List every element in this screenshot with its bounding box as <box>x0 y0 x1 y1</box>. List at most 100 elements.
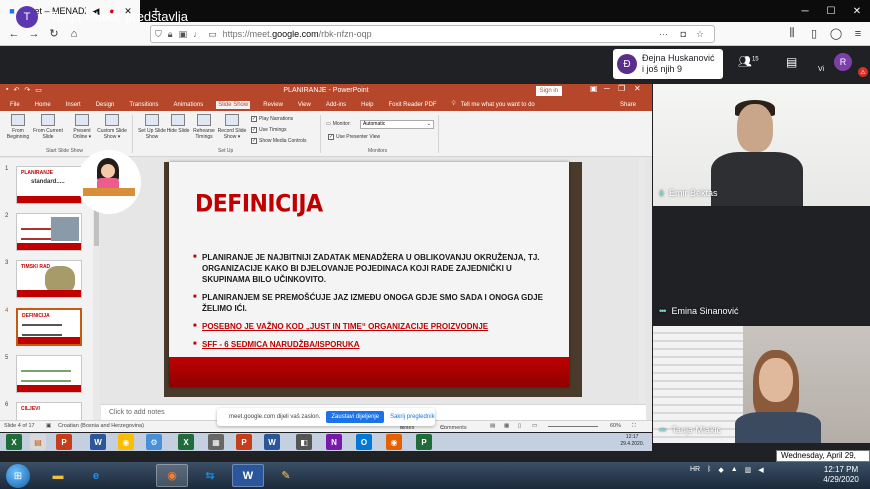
tell-me-lightbulb-icon[interactable]: 💡︎ <box>450 100 458 109</box>
slide-editing-canvas[interactable]: DEFINICIJA PLANIRANJE JE NAJBITNIJI ZADA… <box>101 158 646 420</box>
present-online-button[interactable]: Present Online ▾ <box>66 114 98 140</box>
save-icon[interactable]: ▪ <box>6 86 8 94</box>
slide-sorter-icon[interactable]: ▦ <box>504 423 509 429</box>
share-button[interactable]: Share <box>618 101 638 109</box>
remote-app-icon[interactable]: ⚙ <box>146 434 162 450</box>
people-icon[interactable]: 👥︎15 <box>738 55 759 68</box>
tell-me-search[interactable]: Tell me what you want to do <box>459 101 537 109</box>
hide-browser-button[interactable]: Sakrij pregledník <box>390 414 435 420</box>
firefox-icon[interactable]: ◉ <box>156 464 188 487</box>
use-presenter-view-checkbox[interactable]: ✓ Use Presenter View <box>328 134 380 140</box>
start-button[interactable]: ⊞ <box>6 464 30 488</box>
participant-tile[interactable]: ılı Emir Bektas <box>653 84 870 206</box>
from-current-slide-button[interactable]: From Current Slide <box>32 114 64 140</box>
menu-view[interactable]: View <box>296 101 313 109</box>
custom-slide-show-button[interactable]: Custom Slide Show ▾ <box>96 114 128 140</box>
redo-icon[interactable]: ↷ <box>24 86 30 94</box>
remote-chrome-icon[interactable]: ◉ <box>118 434 134 450</box>
self-tile-label[interactable]: Đ Đejna Huskanović i još njih 9 <box>613 49 723 79</box>
menu-design[interactable]: Design <box>94 101 117 109</box>
slide-thumbnail[interactable] <box>16 355 82 393</box>
sidebar-icon[interactable]: ▯ <box>804 24 824 44</box>
pocket-icon[interactable]: ◘ <box>681 29 686 39</box>
url-bar[interactable]: ⛉ 🔒︎ ▣ ♩ ▭ https://meet. google.com/rbk-n… <box>150 25 715 43</box>
ppt-sign-in-button[interactable]: Sign in <box>535 86 562 96</box>
reading-view-icon[interactable]: ▯ <box>518 423 521 429</box>
menu-icon[interactable]: ≡ <box>848 24 868 44</box>
ppt-minimize-icon[interactable]: ─ <box>604 84 610 93</box>
menu-file[interactable]: File <box>8 101 22 109</box>
remote-calculator-icon[interactable]: ▦ <box>208 434 224 450</box>
page-actions-icon[interactable]: ··· <box>659 29 668 39</box>
taskbar-clock[interactable]: 12:17 PM 4/29/2020 <box>815 465 867 485</box>
menu-review[interactable]: Review <box>261 101 285 109</box>
ppt-restore-icon[interactable]: ❐ <box>618 84 625 93</box>
participant-tile[interactable]: ••• Tanja Mlakic <box>653 326 870 443</box>
play-narrations-checkbox[interactable]: ✓ Play Narrations <box>251 116 293 122</box>
remote-excel2-icon[interactable]: X <box>178 434 194 450</box>
slide-thumbnail[interactable]: PLANIRANJE standard..... <box>16 166 82 204</box>
from-beginning-button[interactable]: From Beginning <box>2 114 34 140</box>
use-timings-checkbox[interactable]: ✓ Use Timings <box>251 127 287 133</box>
remote-powerpoint-icon[interactable]: P <box>56 434 72 450</box>
paint-icon[interactable]: ✎ <box>270 464 302 487</box>
remote-publisher-icon[interactable]: P <box>416 434 432 450</box>
remote-app2-icon[interactable]: ◧ <box>296 434 312 450</box>
explorer-icon[interactable]: ▬ <box>42 464 74 487</box>
menu-slide-show[interactable]: Slide Show <box>216 100 251 109</box>
word-icon[interactable]: W <box>232 464 264 487</box>
language-status[interactable]: Croatian (Bosnia and Herzegovina) <box>58 423 144 429</box>
mic-permission-icon[interactable]: ♩ <box>193 29 202 39</box>
slide-thumbnail[interactable]: TIMSKI RAD <box>16 260 82 298</box>
remote-word2-icon[interactable]: W <box>264 434 280 450</box>
participant-tile[interactable]: ••• Emina Sinanović <box>653 206 870 324</box>
network-icon[interactable]: ▥ <box>745 466 752 474</box>
library-icon[interactable]: ⫼ <box>782 24 802 44</box>
menu-add-ins[interactable]: Add-ins <box>324 101 348 109</box>
lock-icon[interactable]: 🔒︎ <box>168 29 173 40</box>
remote-word-icon[interactable]: W <box>90 434 106 450</box>
slideshow-view-icon[interactable]: ▭ <box>532 423 537 429</box>
bluetooth-icon[interactable]: ᛒ <box>707 466 711 474</box>
bookmark-star-icon[interactable]: ☆ <box>696 29 704 40</box>
volume-icon[interactable]: ◀ <box>758 466 763 474</box>
remote-files-icon[interactable]: ▤ <box>30 434 46 450</box>
account-icon[interactable]: ◯ <box>826 24 846 44</box>
zoom-slider[interactable] <box>548 426 598 427</box>
tray-chevron-icon[interactable]: ▲ <box>731 466 738 474</box>
fit-slide-icon[interactable]: ⛶ <box>632 423 636 430</box>
ppt-ribbon-options-icon[interactable]: ▣ <box>590 84 598 93</box>
menu-animations[interactable]: Animations <box>172 101 206 109</box>
internet-explorer-icon[interactable]: e <box>80 464 112 487</box>
language-indicator[interactable]: HR <box>690 466 700 474</box>
menu-transitions[interactable]: Transitions <box>127 101 160 109</box>
account-avatar[interactable]: R <box>834 53 852 71</box>
current-slide[interactable]: DEFINICIJA PLANIRANJE JE NAJBITNIJI ZADA… <box>169 162 569 387</box>
remote-onenote-icon[interactable]: N <box>326 434 342 450</box>
remote-firefox-icon[interactable]: ◉ <box>386 434 402 450</box>
slide-thumbnail[interactable]: CILJEVI <box>16 402 82 420</box>
slide-bullets[interactable]: PLANIRANJE JE NAJBITNIJI ZADATAK MENADŽE… <box>193 252 543 357</box>
camera-permission-icon[interactable]: ▣ <box>179 29 188 40</box>
close-window-button[interactable]: ✕ <box>844 0 870 22</box>
spellcheck-icon[interactable]: ▣ <box>46 423 51 429</box>
remote-outlook-icon[interactable]: O <box>356 434 372 450</box>
menu-foxit[interactable]: Foxit Reader PDF <box>387 101 439 109</box>
normal-view-icon[interactable]: ▤ <box>490 423 495 429</box>
shield-icon[interactable]: ⛉ <box>155 29 162 40</box>
remote-excel-icon[interactable]: X <box>6 434 22 450</box>
record-slide-show-button[interactable]: Record Slide Show ▾ <box>216 114 248 140</box>
canvas-scrollbar[interactable] <box>639 158 646 420</box>
menu-help[interactable]: Help <box>359 101 375 109</box>
slide-title[interactable]: DEFINICIJA <box>195 191 323 219</box>
teamviewer-icon[interactable]: ⇆ <box>194 464 226 487</box>
start-slideshow-icon[interactable]: ▭ <box>35 86 42 94</box>
menu-insert[interactable]: Insert <box>64 101 83 109</box>
maximize-button[interactable]: ☐ <box>818 0 844 22</box>
chat-icon[interactable]: ▤ <box>786 55 797 69</box>
reload-icon[interactable]: ↻ <box>44 24 64 44</box>
undo-icon[interactable]: ↶ <box>13 86 19 94</box>
tray-app-icon[interactable]: ◆ <box>718 466 723 474</box>
screen-share-icon[interactable]: ▭ <box>208 29 217 40</box>
menu-home[interactable]: Home <box>33 101 53 109</box>
